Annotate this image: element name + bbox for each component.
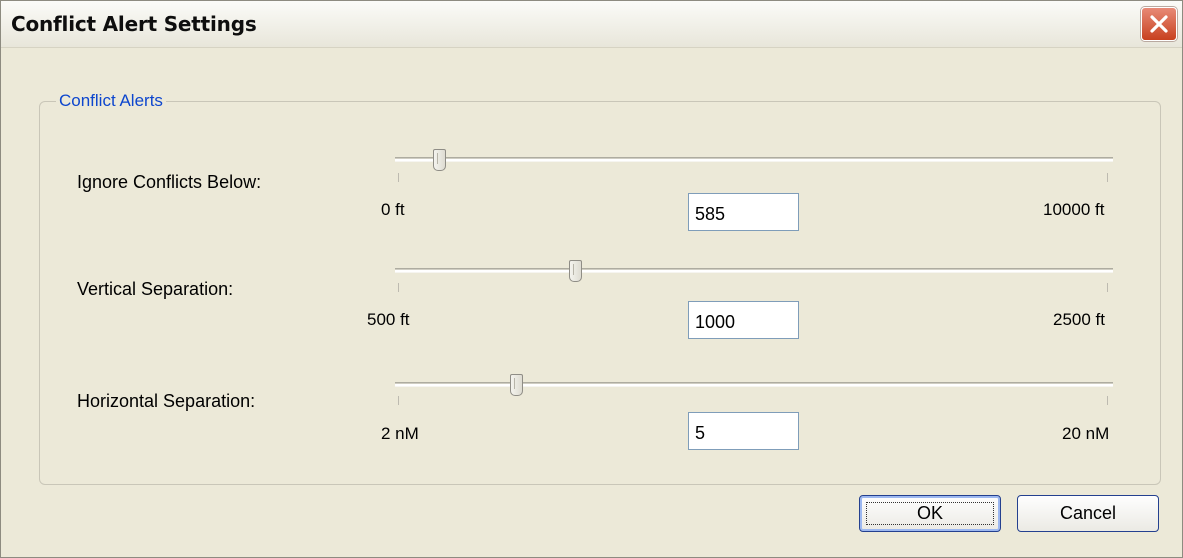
ignore-conflicts-min-label: 0 ft <box>381 200 405 219</box>
vertical-separation-max-label: 2500 ft <box>1053 310 1105 329</box>
cancel-button-label: Cancel <box>1059 503 1117 523</box>
vertical-separation-slider-track[interactable] <box>395 268 1113 273</box>
vertical-separation-max-tick <box>1107 283 1108 292</box>
vertical-separation-min-label: 500 ft <box>367 310 410 329</box>
horizontal-separation-slider-thumb[interactable] <box>510 374 524 396</box>
horizontal-separation-max-label: 20 nM <box>1062 424 1110 443</box>
close-icon <box>1150 15 1168 33</box>
title-bar[interactable]: Conflict Alert Settings <box>1 1 1182 48</box>
group-legend: Conflict Alerts <box>56 91 166 111</box>
ignore-conflicts-label: Ignore Conflicts Below: <box>77 172 262 192</box>
ignore-conflicts-slider-thumb[interactable] <box>433 149 447 171</box>
focus-rectangle <box>866 502 994 525</box>
horizontal-separation-slider-track[interactable] <box>395 382 1113 387</box>
window-title: Conflict Alert Settings <box>11 12 257 36</box>
conflict-alert-settings-dialog: Conflict Alert Settings Conflict Alerts … <box>0 0 1183 558</box>
close-button[interactable] <box>1141 7 1177 41</box>
ignore-conflicts-max-label: 10000 ft <box>1043 200 1105 219</box>
ignore-conflicts-max-tick <box>1107 173 1108 182</box>
horizontal-separation-min-tick <box>398 396 399 405</box>
ignore-conflicts-input[interactable] <box>688 193 799 231</box>
horizontal-separation-label: Horizontal Separation: <box>77 391 256 411</box>
horizontal-separation-min-label: 2 nM <box>381 424 419 443</box>
vertical-separation-min-tick <box>398 283 399 292</box>
ignore-conflicts-min-tick <box>398 173 399 182</box>
cancel-button[interactable]: Cancel <box>1017 495 1159 532</box>
horizontal-separation-max-tick <box>1107 396 1108 405</box>
ignore-conflicts-slider-track[interactable] <box>395 157 1113 162</box>
vertical-separation-input[interactable] <box>688 301 799 339</box>
vertical-separation-label: Vertical Separation: <box>77 279 234 299</box>
ok-button[interactable]: OK <box>859 495 1001 532</box>
vertical-separation-slider-thumb[interactable] <box>569 260 583 282</box>
horizontal-separation-input[interactable] <box>688 412 799 450</box>
